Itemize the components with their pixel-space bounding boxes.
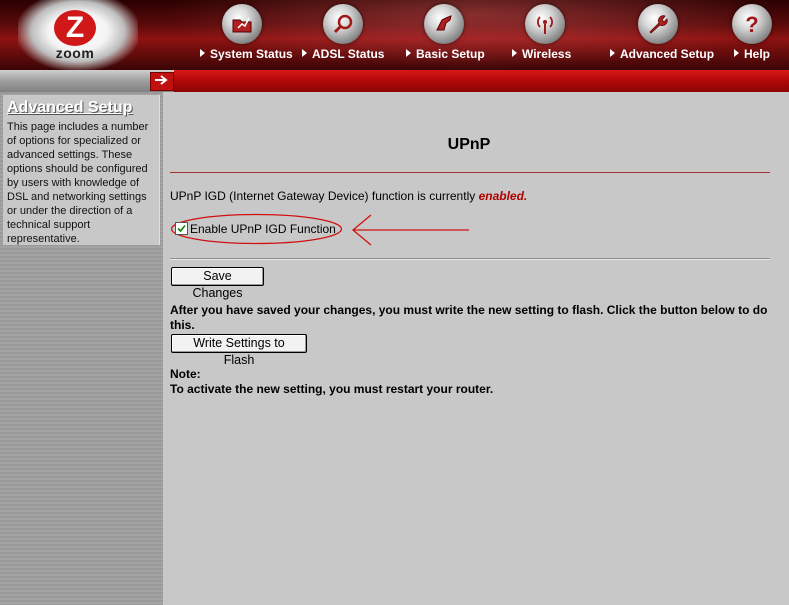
nav-label: Advanced Setup (610, 47, 714, 61)
nav-help[interactable]: ? Help (732, 0, 782, 70)
sidebar: Advanced Setup This page includes a numb… (0, 92, 163, 605)
logo-text: zoom (55, 45, 95, 61)
wireless-antenna-icon (525, 4, 565, 44)
hand-pointer-icon (424, 4, 464, 44)
nav-advanced-setup[interactable]: Advanced Setup (610, 0, 714, 70)
main-content: UPnP UPnP IGD (Internet Gateway Device) … (163, 92, 789, 605)
write-settings-flash-button[interactable]: Write Settings to Flash (171, 334, 307, 367)
nav-system-status[interactable]: System Status (200, 0, 293, 70)
sidebar-title: Advanced Setup (7, 99, 133, 116)
nav-label: Help (734, 47, 770, 61)
folder-chart-icon (222, 4, 262, 44)
note-text: To activate the new setting, you must re… (170, 382, 494, 396)
save-changes-button[interactable]: Save Changes (171, 267, 264, 300)
upnp-checkbox-label[interactable]: Enable UPnP IGD Function (190, 222, 336, 236)
page-title: UPnP (447, 136, 491, 153)
wrench-icon (638, 4, 678, 44)
svg-text:?: ? (745, 12, 758, 36)
nav-wireless[interactable]: Wireless (512, 0, 582, 70)
status-value: enabled. (478, 189, 528, 203)
arrow-right-icon (155, 75, 168, 85)
nav-label: System Status (200, 47, 293, 61)
zoom-logo[interactable]: Z zoom (47, 10, 103, 62)
note-label: Note: (170, 367, 201, 381)
status-prefix: UPnP IGD (Internet Gateway Device) funct… (170, 189, 479, 203)
checkmark-icon (177, 224, 186, 233)
nav-label: Basic Setup (406, 47, 485, 61)
upnp-enable-checkbox[interactable] (175, 222, 188, 235)
divider-red (170, 172, 770, 173)
nav-adsl-status[interactable]: ADSL Status (302, 0, 384, 70)
sidebar-description: This page includes a number of options f… (7, 121, 149, 245)
status-line: UPnP IGD (Internet Gateway Device) funct… (170, 189, 527, 203)
nav-label: ADSL Status (302, 47, 384, 61)
divider-gray (170, 258, 770, 260)
flash-instructions: After you have saved your changes, you m… (170, 303, 768, 332)
callout-arrow-icon (351, 214, 469, 246)
nav-basic-setup[interactable]: Basic Setup (406, 0, 486, 70)
question-mark-icon: ? (732, 4, 772, 44)
logo-letter: Z (54, 10, 96, 46)
magnifier-icon (323, 4, 363, 44)
sidebar-info-box: Advanced Setup This page includes a numb… (3, 95, 160, 245)
strip-left-panel (0, 70, 174, 92)
nav-label: Wireless (512, 47, 571, 61)
